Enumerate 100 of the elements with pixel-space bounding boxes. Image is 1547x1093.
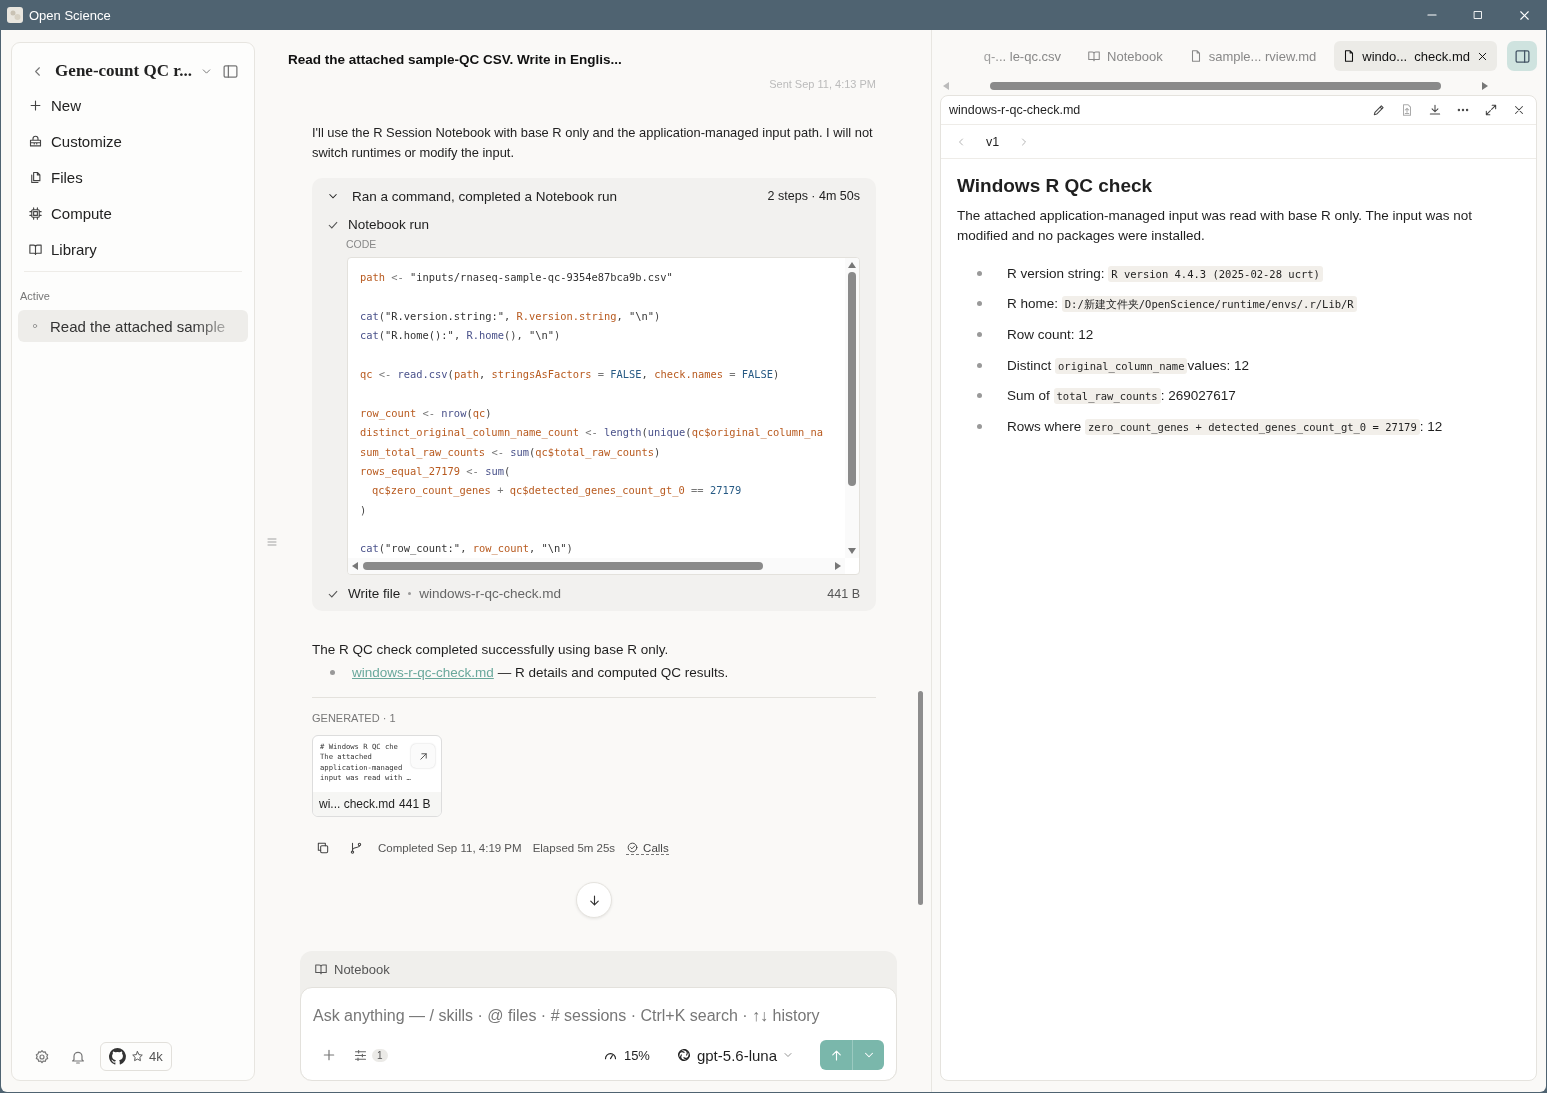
pencil-icon <box>1372 103 1386 117</box>
project-title-dropdown[interactable]: Gene-count QC r... <box>55 61 213 81</box>
code-line: qc$zero_count_genes + qc$detected_genes_count_gt_0 == 27179 <box>371 483 742 499</box>
nav-item[interactable]: Files <box>18 159 248 195</box>
bullet-icon <box>977 270 982 276</box>
vertical-scrollbar[interactable] <box>845 258 859 558</box>
preview-toggle-button[interactable] <box>1507 41 1537 71</box>
file-tab[interactable]: q-... le-qc.csv <box>975 41 1070 71</box>
list-item: Row count: 12 <box>1007 327 1094 342</box>
code-line: ) <box>360 502 367 518</box>
result-text: The R QC check completed successfully using base R only. <box>312 642 670 657</box>
file-name: windows-r-qc-check.md <box>419 586 563 601</box>
code-line: distinct_original_column_name_count <- length(unique(qc$original_column_na <box>360 425 823 441</box>
list-item: R home: D:/新建文件夹/OpenScience/runtime/envs/.r/Lib/R <box>1007 295 1357 312</box>
star-icon <box>131 1050 144 1063</box>
step-label: Notebook run <box>348 217 430 232</box>
book-icon <box>314 962 328 976</box>
scroll-right-arrow-icon[interactable] <box>1481 82 1489 90</box>
files-icon <box>28 169 43 185</box>
list-item: Rows where zero_count_genes + detected_genes_count_gt_0 = 27179 : 12 <box>1007 418 1443 434</box>
calls-icon <box>626 841 640 854</box>
open-button[interactable] <box>411 744 435 768</box>
status-circle-icon <box>30 321 40 331</box>
chip-icon <box>28 205 43 221</box>
step-label: Write file <box>348 586 401 601</box>
model-icon <box>675 1047 692 1063</box>
scroll-down-button[interactable] <box>576 882 612 918</box>
list-item: Distinct original_column_name values: 12 <box>1007 357 1249 373</box>
plus-icon <box>28 97 43 113</box>
book-icon <box>1087 49 1102 63</box>
session-item[interactable]: Read the attached sample <box>18 310 248 342</box>
document-heading: Windows R QC check <box>957 175 1154 197</box>
app-logo-icon <box>7 7 23 23</box>
separator-dot <box>408 592 412 595</box>
window-title: Open Science <box>29 7 111 23</box>
file-tab[interactable]: Notebook <box>1079 41 1171 71</box>
nav-item[interactable]: Customize <box>18 123 248 159</box>
code-line: cat("R.version.string:", R.version.string, "\n") <box>360 308 661 324</box>
code-line: row_count <- nrow(qc) <box>360 405 492 422</box>
file-name: wi... check.md <box>319 797 396 811</box>
sent-timestamp: Sent Sep 11, 4:13 PM <box>768 78 876 90</box>
code-line: rows_equal_27179 <- sum( <box>360 463 511 480</box>
sliders-icon <box>353 1047 368 1063</box>
bullet-icon <box>330 670 335 675</box>
message-field[interactable]: Ask anything — / skills · @ files · # sessions · Ctrl+K search · ↑↓ history 1 15% gpt-5.6-luna <box>300 987 897 1081</box>
expand-icon <box>1484 103 1498 117</box>
scroll-up-arrow-icon[interactable] <box>848 261 856 269</box>
nav-item[interactable]: Library <box>18 231 248 267</box>
close-icon <box>1512 103 1526 117</box>
code-line: cat("row_count:", row_count, "\n") <box>360 541 573 557</box>
maximize-icon <box>1472 9 1484 21</box>
download-icon <box>1428 103 1442 117</box>
options-button[interactable]: 1 <box>353 1047 388 1063</box>
bullet-icon <box>977 332 982 337</box>
file-export-icon <box>1400 103 1414 117</box>
file-size: 441 B <box>399 797 431 811</box>
file-tab[interactable]: windo... check.md <box>1334 41 1497 71</box>
nav-item[interactable]: Compute <box>18 195 248 231</box>
mode-chip[interactable]: Notebook <box>314 961 390 977</box>
document-filename: windows-r-qc-check.md <box>949 103 1081 117</box>
book-icon <box>28 241 43 257</box>
code-line: sum_total_raw_counts <- sum(qc$total_raw_counts) <box>360 444 661 461</box>
code-line: qc <- read.csv(path, stringsAsFactors = FALSE, check.names = FALSE) <box>360 366 780 382</box>
copy-icon <box>316 841 330 855</box>
completed-timestamp: Completed Sep 11, 4:19 PM <box>378 842 522 854</box>
scroll-left-arrow-icon[interactable] <box>942 82 950 90</box>
model-selector[interactable]: gpt-5.6-luna <box>675 1046 794 1064</box>
list-item: Sum of total_raw_counts : 269027617 <box>1007 388 1236 404</box>
bullet-icon <box>977 423 982 429</box>
conversation-title: Read the attached sample-QC CSV. Write in Englis... <box>288 52 622 67</box>
context-usage[interactable]: 15% <box>602 1047 650 1063</box>
tabs-scrollbar[interactable] <box>942 80 1489 92</box>
nav-item[interactable]: New <box>18 87 248 123</box>
code-label: CODE <box>346 238 378 250</box>
github-icon <box>109 1048 126 1065</box>
generated-label: GENERATED · 1 <box>312 712 397 724</box>
file-tab[interactable]: sample... rview.md <box>1180 41 1325 71</box>
github-stars-button[interactable]: 4k <box>100 1042 172 1071</box>
code-line: cat("R.home():", R.home(), "\n") <box>360 328 561 344</box>
scroll-down-arrow-icon[interactable] <box>848 547 856 555</box>
toolbox-icon <box>28 133 43 149</box>
bullet-text: — R details and computed QC results. <box>497 665 729 680</box>
grip-icon[interactable] <box>266 536 278 548</box>
document-paragraph: The attached application-managed input was read with base R only. The input was not modified and no packages were installed. <box>957 207 1474 245</box>
list-item: R version string: R version 4.4.3 (2025-02-28 ucrt) <box>1007 265 1323 281</box>
calls-button[interactable]: Calls <box>626 841 669 855</box>
elapsed-time: Elapsed 5m 25s <box>532 842 616 854</box>
message-text: I'll use the R Session Notebook with base R only and the application-managed input path. I will not switch runtimes or modify the input. <box>312 124 874 162</box>
plus-icon <box>321 1047 337 1063</box>
section-label: Active <box>19 290 51 304</box>
code-line: path <- "inputs/rnaseq-sample-qc-9354e87bca9b.csv" <box>360 270 673 285</box>
panel-icon <box>221 62 239 80</box>
branch-icon <box>349 841 363 855</box>
steps-summary-toggle[interactable]: Ran a command, completed a Notebook run 2 steps · 4m 50s <box>326 186 860 206</box>
horizontal-scrollbar[interactable] <box>348 558 845 574</box>
file-size: 441 B <box>827 586 860 601</box>
scroll-left-arrow-icon[interactable] <box>351 562 359 570</box>
settings-icon <box>34 1048 50 1065</box>
panel-icon <box>1513 47 1531 65</box>
scroll-right-arrow-icon[interactable] <box>834 562 842 570</box>
